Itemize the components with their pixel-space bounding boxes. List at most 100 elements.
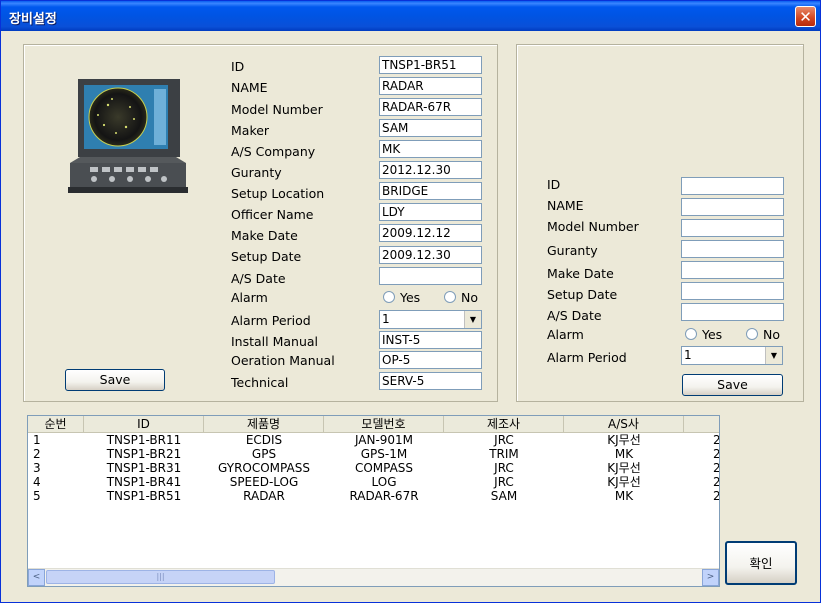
install-manual-field[interactable]: INST-5	[379, 331, 482, 349]
chevron-down-icon[interactable]: ▼	[765, 347, 782, 364]
cell-extra: 2	[713, 475, 720, 489]
label-operation-manual: Oeration Manual	[231, 353, 335, 368]
column-header-seq[interactable]: 순번	[28, 416, 84, 433]
table-row[interactable]: 3 TNSP1-BR31 GYROCOMPASS COMPASS JRC KJ무…	[28, 461, 719, 475]
radio-circle-icon	[383, 291, 395, 303]
cell-extra: 2	[713, 461, 720, 475]
label-setup-date: Setup Date	[231, 249, 302, 264]
column-header-maker[interactable]: 제조사	[444, 416, 564, 433]
alarm-period-select[interactable]: 1 ▼	[379, 310, 482, 329]
radar-display-icon	[68, 77, 188, 193]
table-row[interactable]: 4 TNSP1-BR41 SPEED-LOG LOG JRC KJ무선 2	[28, 475, 719, 489]
cell-seq: 2	[33, 447, 41, 461]
right-setup-date-field[interactable]	[681, 282, 784, 300]
equipment-list[interactable]: 순번 ID 제품명 모델번호 제조사 A/S사 1 TNSP1-BR11 ECD…	[27, 415, 720, 587]
as-date-field[interactable]	[379, 267, 482, 285]
cell-product: GPS	[251, 447, 277, 461]
alarm-no-label: No	[461, 290, 478, 305]
right-label-make-date: Make Date	[547, 266, 614, 281]
label-technical: Technical	[231, 375, 289, 390]
close-icon[interactable]: ✕	[795, 6, 816, 27]
right-label-alarm-period: Alarm Period	[547, 350, 627, 365]
cell-extra: 2	[713, 447, 720, 461]
cell-maker: JRC	[494, 475, 514, 489]
cell-as-company: MK	[614, 447, 634, 461]
horizontal-scrollbar[interactable]: < ||| >	[28, 568, 719, 586]
alarm-period-value: 1	[382, 312, 390, 326]
title-bar[interactable]: 장비설정 ✕	[1, 1, 820, 31]
radio-circle-icon	[444, 291, 456, 303]
name-field[interactable]: RADAR	[379, 77, 482, 95]
label-setup-location: Setup Location	[231, 186, 325, 201]
window-title: 장비설정	[9, 12, 57, 27]
as-company-field[interactable]: MK	[379, 140, 482, 158]
table-row[interactable]: 5 TNSP1-BR51 RADAR RADAR-67R SAM MK 2	[28, 489, 719, 503]
cell-as-company: MK	[614, 489, 634, 503]
right-name-field[interactable]	[681, 198, 784, 216]
cell-seq: 1	[33, 433, 41, 447]
cell-model: COMPASS	[354, 461, 414, 475]
cell-id: TNSP1-BR51	[106, 489, 182, 503]
column-header-product[interactable]: 제품명	[204, 416, 324, 433]
scroll-right-icon[interactable]: >	[702, 569, 719, 586]
label-alarm-period: Alarm Period	[231, 313, 311, 328]
alarm-no-radio[interactable]: No	[444, 290, 478, 305]
officer-name-field[interactable]: LDY	[379, 203, 482, 221]
label-officer-name: Officer Name	[231, 207, 314, 222]
setup-location-field[interactable]: BRIDGE	[379, 182, 482, 200]
id-field[interactable]: TNSP1-BR51	[379, 56, 482, 74]
scroll-left-icon[interactable]: <	[28, 569, 45, 586]
right-alarm-yes-radio[interactable]: Yes	[685, 327, 722, 342]
equipment-settings-window: 장비설정 ✕ ID NAME Model Number Maker A/S Co…	[0, 0, 821, 603]
cell-seq: 3	[33, 461, 41, 475]
cell-as-company: KJ무선	[607, 433, 641, 447]
cell-as-company: KJ무선	[607, 475, 641, 489]
label-install-manual: Install Manual	[231, 334, 319, 349]
right-make-date-field[interactable]	[681, 261, 784, 279]
table-row[interactable]: 2 TNSP1-BR21 GPS GPS-1M TRIM MK 2	[28, 447, 719, 461]
cell-maker: JRC	[494, 433, 514, 447]
operation-manual-field[interactable]: OP-5	[379, 351, 482, 369]
table-row[interactable]: 1 TNSP1-BR11 ECDIS JAN-901M JRC KJ무선 2	[28, 433, 719, 447]
right-label-as-date: A/S Date	[547, 308, 602, 323]
cell-model: GPS-1M	[360, 447, 408, 461]
right-save-button[interactable]: Save	[682, 374, 783, 396]
cell-seq: 4	[33, 475, 41, 489]
right-alarm-period-value: 1	[684, 348, 692, 362]
guranty-field[interactable]: 2012.12.30	[379, 161, 482, 179]
scroll-thumb[interactable]: |||	[46, 570, 275, 584]
model-number-field[interactable]: RADAR-67R	[379, 98, 482, 116]
right-alarm-period-select[interactable]: 1 ▼	[681, 346, 783, 365]
confirm-button[interactable]: 확인	[725, 541, 797, 585]
make-date-field[interactable]: 2009.12.12	[379, 224, 482, 242]
label-model-number: Model Number	[231, 102, 323, 117]
cell-product: ECDIS	[245, 433, 283, 447]
cell-as-company: KJ무선	[607, 461, 641, 475]
label-alarm: Alarm	[231, 290, 268, 305]
column-header-extra[interactable]	[684, 416, 719, 433]
left-save-button[interactable]: Save	[65, 369, 165, 391]
maker-field[interactable]: SAM	[379, 119, 482, 137]
right-id-field[interactable]	[681, 177, 784, 195]
column-header-as-company[interactable]: A/S사	[564, 416, 684, 433]
cell-extra: 2	[713, 433, 720, 447]
column-header-id[interactable]: ID	[84, 416, 204, 433]
right-guranty-field[interactable]	[681, 240, 784, 258]
right-as-date-field[interactable]	[681, 303, 784, 321]
right-label-guranty: Guranty	[547, 243, 598, 258]
label-maker: Maker	[231, 123, 270, 138]
right-alarm-yes-label: Yes	[702, 327, 723, 342]
column-header-model[interactable]: 모델번호	[324, 416, 444, 433]
alarm-yes-radio[interactable]: Yes	[383, 290, 420, 305]
cell-maker: JRC	[494, 461, 514, 475]
setup-date-field[interactable]: 2009.12.30	[379, 246, 482, 264]
technical-field[interactable]: SERV-5	[379, 372, 482, 390]
cell-product: GYROCOMPASS	[218, 461, 310, 475]
right-model-number-field[interactable]	[681, 219, 784, 237]
right-alarm-no-radio[interactable]: No	[746, 327, 780, 342]
label-as-date: A/S Date	[231, 271, 286, 286]
cell-id: TNSP1-BR21	[106, 447, 182, 461]
cell-id: TNSP1-BR31	[106, 461, 182, 475]
chevron-down-icon[interactable]: ▼	[464, 311, 481, 328]
cell-model: JAN-901M	[354, 433, 414, 447]
